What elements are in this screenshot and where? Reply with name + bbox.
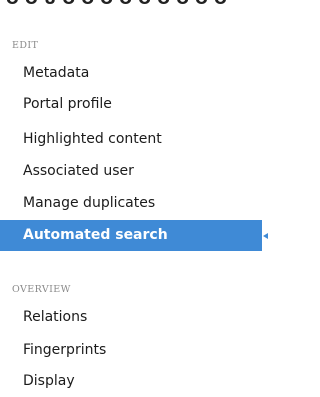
nav-item-label: Display bbox=[23, 373, 75, 389]
nav-item-label: Automated search bbox=[23, 227, 168, 243]
section-title-edit: EDIT bbox=[12, 40, 39, 51]
section-title-overview: OVERVIEW bbox=[12, 284, 71, 295]
nav-item-portal-profile[interactable]: Portal profile bbox=[0, 89, 268, 120]
truncated-heading: O O U O O O O O O O O O bbox=[0, 0, 274, 8]
nav-item-automated-search[interactable]: Automated search bbox=[0, 220, 268, 251]
nav-item-label: Relations bbox=[23, 309, 88, 325]
nav-item-metadata[interactable]: Metadata bbox=[0, 58, 268, 89]
nav-item-associated-user[interactable]: Associated user bbox=[0, 156, 268, 187]
nav-item-label: Highlighted content bbox=[23, 131, 162, 147]
nav-item-manage-duplicates[interactable]: Manage duplicates bbox=[0, 188, 268, 219]
nav-item-label: Portal profile bbox=[23, 96, 112, 112]
nav-item-relations[interactable]: Relations bbox=[0, 302, 268, 333]
nav-item-label: Fingerprints bbox=[23, 342, 107, 358]
nav-item-highlighted-content[interactable]: Highlighted content bbox=[0, 124, 268, 155]
active-pointer-icon bbox=[263, 232, 268, 239]
nav-item-label: Manage duplicates bbox=[23, 195, 156, 211]
nav-item-display[interactable]: Display bbox=[0, 366, 268, 397]
nav-item-label: Metadata bbox=[23, 65, 90, 81]
nav-item-label: Associated user bbox=[23, 163, 134, 179]
nav-item-fingerprints[interactable]: Fingerprints bbox=[0, 335, 268, 366]
